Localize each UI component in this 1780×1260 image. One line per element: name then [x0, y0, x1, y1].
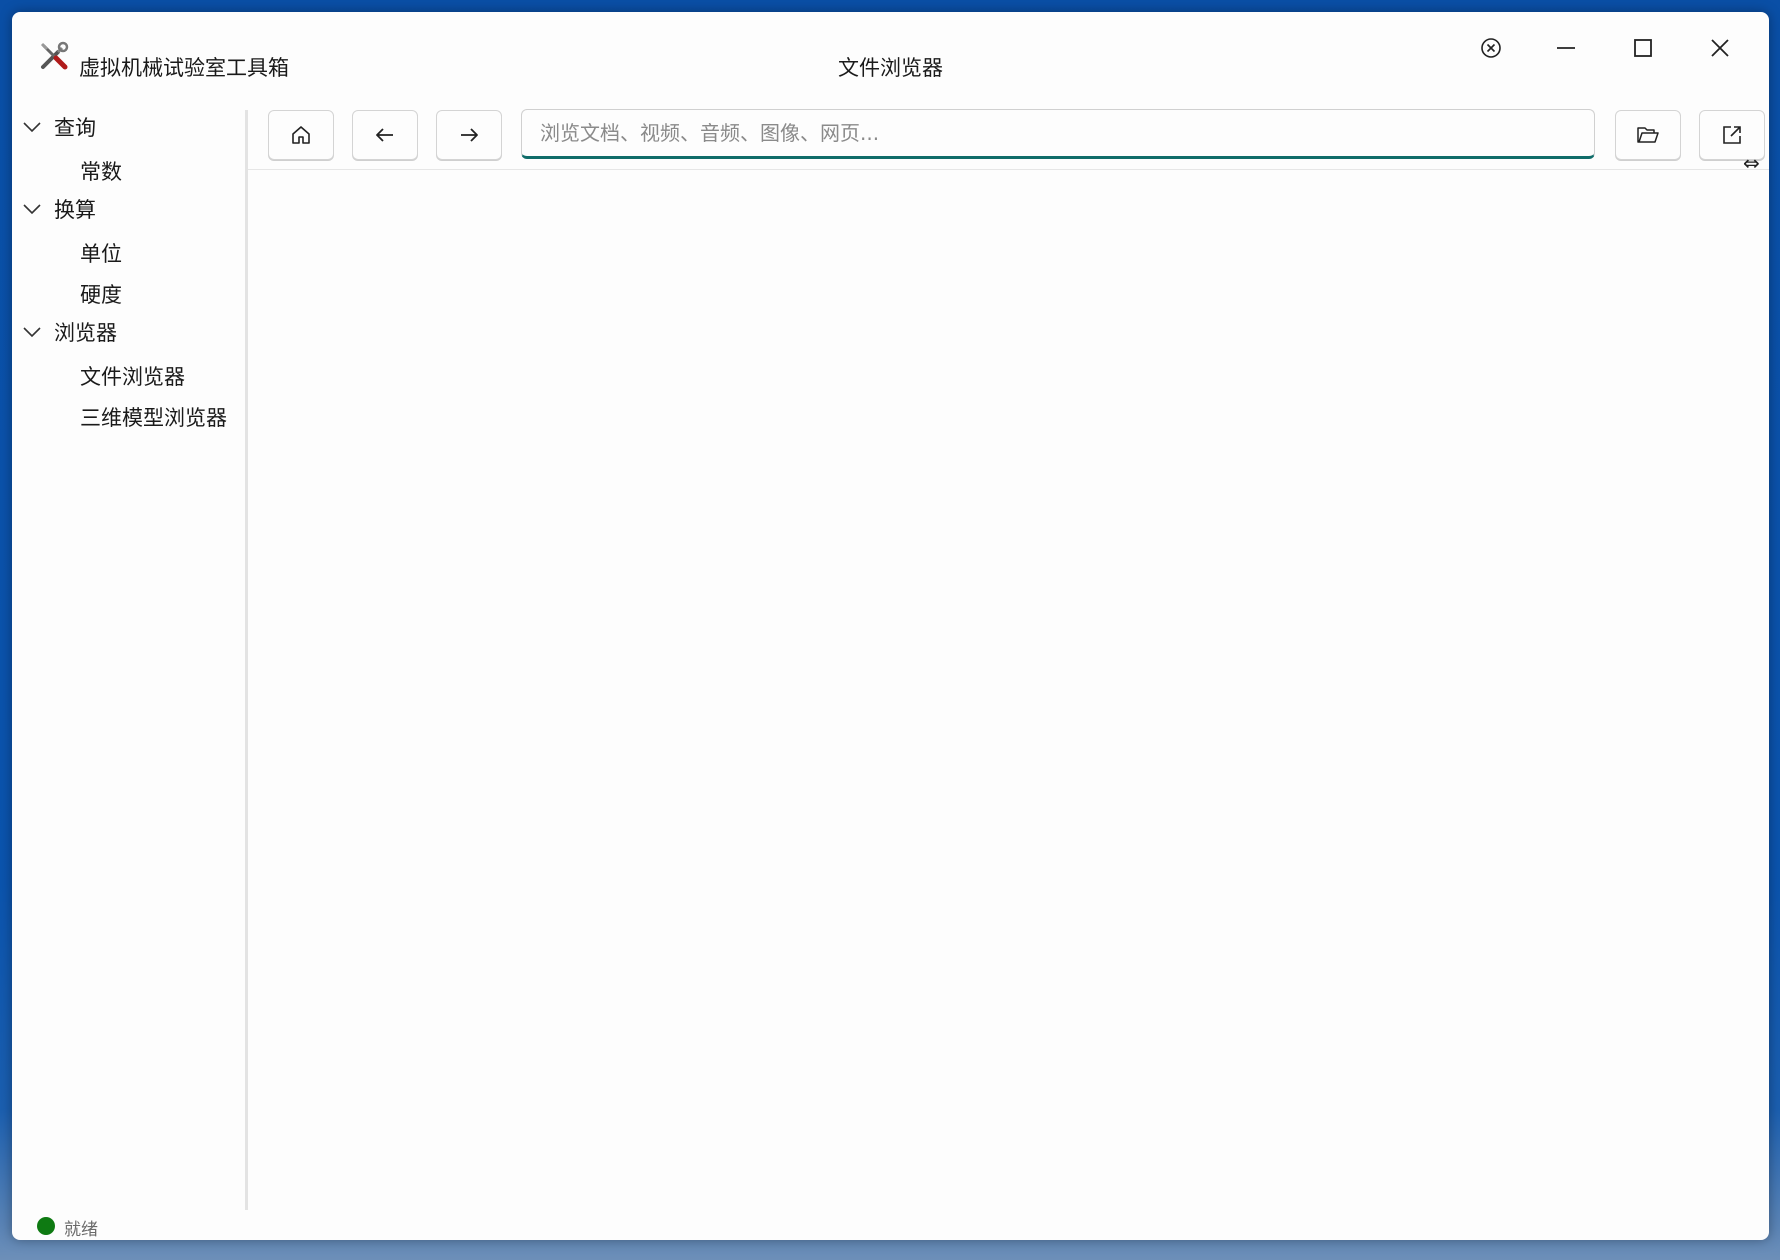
search-input[interactable] — [521, 109, 1595, 159]
nav-item-hardness[interactable]: 硬度 — [12, 271, 244, 311]
status-bar: 就绪 — [12, 1212, 1769, 1240]
nav-item-label: 文件浏览器 — [80, 365, 185, 389]
nav-group-label: 查询 — [54, 116, 96, 140]
nav-item-label: 单位 — [80, 242, 122, 266]
home-icon — [292, 126, 310, 144]
close-button[interactable] — [1692, 26, 1748, 70]
maximize-icon — [1634, 39, 1652, 57]
back-button[interactable] — [352, 110, 418, 160]
nav-item-3d-model-browser[interactable]: 三维模型浏览器 — [12, 394, 244, 434]
arrow-right-icon — [461, 128, 478, 142]
close-circle-icon — [1481, 38, 1501, 58]
close-icon — [1711, 39, 1729, 57]
nav-item-units[interactable]: 单位 — [12, 230, 244, 270]
sidebar-nav: 查询 常数 换算 单位 硬度 浏览器 文件浏览器 三维模型浏览器 — [12, 107, 244, 1207]
maximize-button[interactable] — [1615, 26, 1671, 70]
arrow-left-icon — [376, 128, 393, 142]
open-file-button[interactable] — [1615, 110, 1681, 160]
nav-group-label: 浏览器 — [54, 321, 117, 345]
nav-item-constants[interactable]: 常数 — [12, 148, 244, 188]
chevron-down-icon — [23, 327, 41, 338]
app-window: 虚拟机械试验室工具箱 文件浏览器 查询 常数 换算 单位 硬度 浏览器 文件浏览… — [12, 12, 1769, 1240]
home-button[interactable] — [268, 110, 334, 160]
chevron-down-icon — [23, 122, 41, 133]
resize-cursor-icon: ⇔ — [1743, 151, 1760, 175]
titlebar-extra-button[interactable] — [1463, 26, 1519, 70]
nav-item-label: 常数 — [80, 160, 122, 184]
minimize-button[interactable] — [1538, 26, 1594, 70]
nav-group-conversion[interactable]: 换算 — [12, 189, 244, 229]
nav-group-label: 换算 — [54, 198, 96, 222]
nav-item-label: 三维模型浏览器 — [80, 406, 227, 430]
nav-item-label: 硬度 — [80, 283, 122, 307]
nav-group-browser[interactable]: 浏览器 — [12, 312, 244, 352]
nav-item-file-browser[interactable]: 文件浏览器 — [12, 353, 244, 393]
open-external-icon — [1723, 126, 1741, 144]
chevron-down-icon — [23, 204, 41, 215]
browser-content-area[interactable] — [249, 170, 1769, 1206]
status-text: 就绪 — [64, 1220, 98, 1240]
title-bar[interactable]: 虚拟机械试验室工具箱 文件浏览器 — [12, 12, 1769, 92]
browser-toolbar — [248, 108, 1769, 170]
status-indicator — [37, 1217, 55, 1235]
folder-open-icon — [1637, 127, 1659, 143]
minimize-icon — [1557, 47, 1575, 49]
sidebar-splitter[interactable] — [245, 110, 248, 1210]
nav-group-query[interactable]: 查询 — [12, 107, 244, 147]
forward-button[interactable] — [436, 110, 502, 160]
